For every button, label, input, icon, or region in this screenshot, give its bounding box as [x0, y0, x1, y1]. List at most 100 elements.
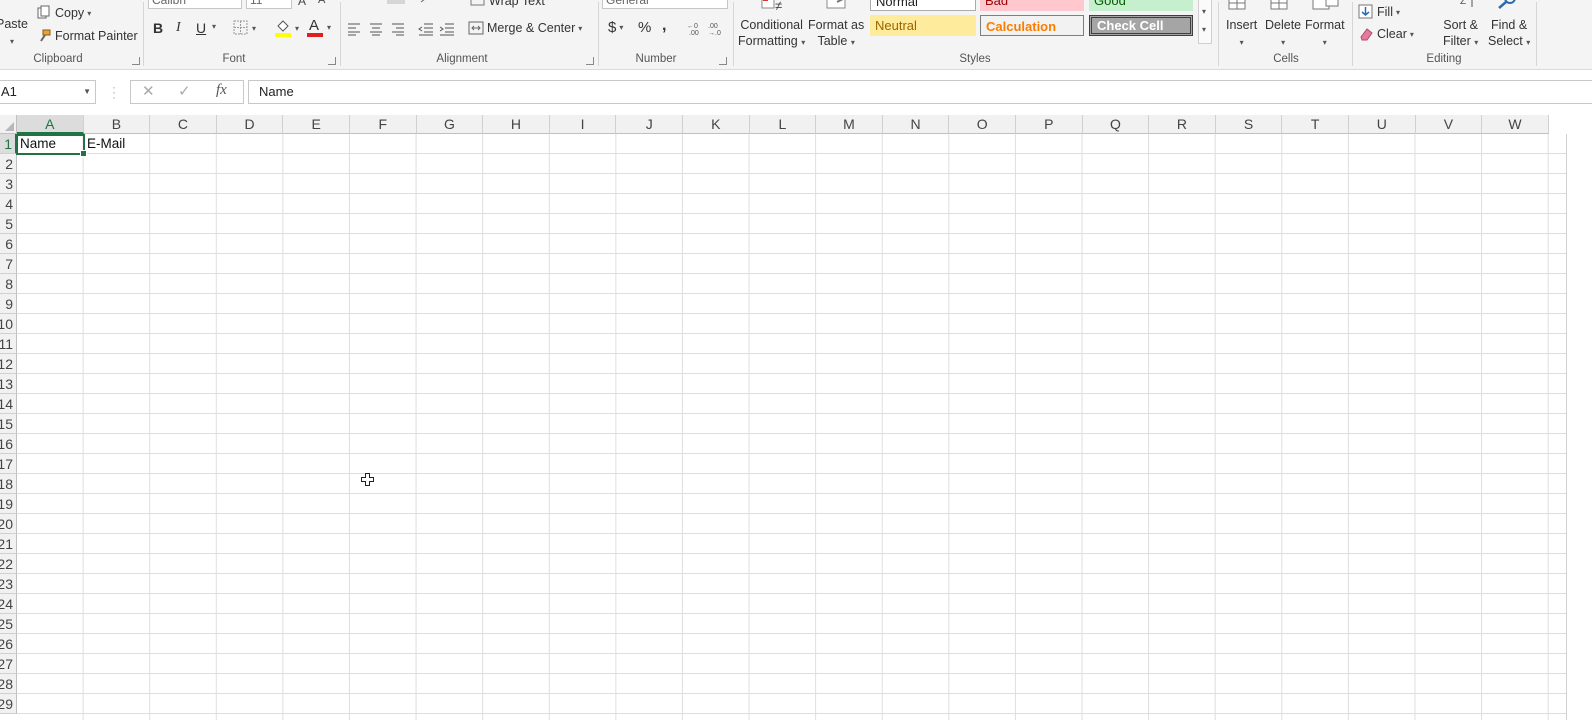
percent-button[interactable]: % — [638, 19, 651, 36]
column-header-I[interactable]: I — [549, 115, 617, 134]
row-header-13[interactable]: 13 — [0, 374, 17, 394]
style-calculation[interactable]: Calculation — [980, 15, 1084, 36]
decrease-font-size-button[interactable]: A — [318, 0, 325, 6]
column-header-B[interactable]: B — [83, 115, 151, 134]
row-header-2[interactable]: 2 — [0, 154, 17, 174]
top-align-icons[interactable] — [367, 0, 407, 6]
row-header-26[interactable]: 26 — [0, 634, 17, 654]
column-header-D[interactable]: D — [216, 115, 284, 134]
style-check-cell[interactable]: Check Cell — [1089, 15, 1193, 36]
find-select-button[interactable]: Find & Select ▾ — [1488, 17, 1530, 51]
underline-button[interactable]: U — [196, 20, 206, 36]
column-header-W[interactable]: W — [1482, 115, 1549, 134]
decimal-icons[interactable]: ←0.00.00→.0 — [686, 20, 726, 36]
font-size-field[interactable]: 11 — [246, 0, 292, 9]
row-header-16[interactable]: 16 — [0, 434, 17, 454]
active-cell-selection[interactable] — [16, 134, 87, 157]
comma-style-button[interactable]: , — [662, 17, 666, 35]
paste-button[interactable]: Paste ▾ — [0, 16, 28, 50]
font-color-button[interactable]: A ▾ — [306, 16, 331, 38]
row-header-5[interactable]: 5 — [0, 214, 17, 234]
style-neutral[interactable]: Neutral — [870, 15, 976, 36]
underline-dropdown[interactable]: ▾ — [212, 22, 216, 31]
copy-button[interactable]: Copy ▾ — [36, 5, 91, 21]
row-header-20[interactable]: 20 — [0, 514, 17, 534]
row-header-12[interactable]: 12 — [0, 354, 17, 374]
increase-font-size-button[interactable]: A — [298, 0, 306, 8]
clipboard-launcher-icon[interactable] — [132, 57, 140, 65]
clear-button[interactable]: Clear ▾ — [1358, 26, 1414, 42]
column-header-M[interactable]: M — [816, 115, 883, 134]
format-painter-button[interactable]: Format Painter — [36, 28, 138, 44]
column-header-V[interactable]: V — [1415, 115, 1483, 134]
row-header-22[interactable]: 22 — [0, 554, 17, 574]
fill-color-button[interactable]: ▾ — [274, 18, 299, 38]
vertical-scrollbar[interactable] — [1566, 134, 1592, 720]
row-header-15[interactable]: 15 — [0, 414, 17, 434]
row-header-8[interactable]: 8 — [0, 274, 17, 294]
row-header-3[interactable]: 3 — [0, 174, 17, 194]
style-bad[interactable]: Bad — [980, 0, 1084, 11]
cancel-icon[interactable]: ✕ — [142, 82, 155, 100]
column-header-Q[interactable]: Q — [1082, 115, 1150, 134]
row-header-18[interactable]: 18 — [0, 474, 17, 494]
styles-gallery-scroll[interactable]: ▾ ▾ — [1198, 0, 1212, 44]
row-header-7[interactable]: 7 — [0, 254, 17, 274]
column-header-K[interactable]: K — [683, 115, 750, 134]
wrap-text-button[interactable]: Wrap Text — [470, 0, 545, 8]
horizontal-align-icons[interactable] — [347, 22, 407, 36]
row-header-29[interactable]: 29 — [0, 694, 17, 714]
row-header-6[interactable]: 6 — [0, 234, 17, 254]
column-header-J[interactable]: J — [616, 115, 683, 134]
cell-area[interactable] — [17, 134, 1592, 720]
row-header-27[interactable]: 27 — [0, 654, 17, 674]
bold-button[interactable]: B — [153, 20, 163, 36]
drag-handle-icon[interactable]: · · · — [112, 81, 116, 103]
italic-button[interactable]: I — [176, 20, 181, 36]
alignment-launcher-icon[interactable] — [586, 57, 594, 65]
column-header-G[interactable]: G — [416, 115, 484, 134]
row-header-21[interactable]: 21 — [0, 534, 17, 554]
fill-button[interactable]: Fill ▾ — [1358, 4, 1400, 20]
orientation-icon[interactable] — [418, 0, 434, 6]
font-name-field[interactable]: Calibri — [148, 0, 242, 9]
number-launcher-icon[interactable] — [719, 57, 727, 65]
insert-button[interactable]: Insert ▾ — [1226, 17, 1257, 51]
column-header-U[interactable]: U — [1349, 115, 1416, 134]
row-header-4[interactable]: 4 — [0, 194, 17, 214]
column-header-N[interactable]: N — [882, 115, 950, 134]
row-header-9[interactable]: 9 — [0, 294, 17, 314]
column-header-F[interactable]: F — [350, 115, 417, 134]
row-header-19[interactable]: 19 — [0, 494, 17, 514]
conditional-formatting-button[interactable]: Conditional Formatting ▾ — [738, 17, 805, 51]
name-box[interactable]: A1 ▼ — [0, 80, 96, 104]
sort-filter-button[interactable]: Sort & Filter ▾ — [1443, 17, 1478, 51]
column-header-R[interactable]: R — [1149, 115, 1216, 134]
cell-B1[interactable]: E-Mail — [84, 134, 125, 154]
borders-button[interactable]: ▾ — [233, 20, 256, 36]
row-header-14[interactable]: 14 — [0, 394, 17, 414]
row-header-23[interactable]: 23 — [0, 574, 17, 594]
formula-input[interactable]: Name — [248, 80, 1592, 104]
row-header-25[interactable]: 25 — [0, 614, 17, 634]
style-good[interactable]: Good — [1089, 0, 1193, 11]
merge-center-button[interactable]: Merge & Center ▾ — [468, 21, 582, 35]
column-header-E[interactable]: E — [283, 115, 350, 134]
column-header-S[interactable]: S — [1215, 115, 1283, 134]
enter-check-icon[interactable]: ✓ — [178, 82, 191, 100]
row-header-24[interactable]: 24 — [0, 594, 17, 614]
row-header-17[interactable]: 17 — [0, 454, 17, 474]
column-header-C[interactable]: C — [150, 115, 217, 134]
row-header-11[interactable]: 11 — [0, 334, 17, 354]
style-normal[interactable]: Normal — [870, 0, 976, 11]
row-header-28[interactable]: 28 — [0, 674, 17, 694]
insert-function-button[interactable]: fx — [216, 82, 227, 99]
format-button[interactable]: Format ▾ — [1305, 17, 1345, 51]
currency-button[interactable]: $ ▾ — [608, 19, 623, 36]
row-header-1[interactable]: 1 — [0, 134, 17, 154]
column-header-T[interactable]: T — [1282, 115, 1349, 134]
delete-button[interactable]: Delete ▾ — [1265, 17, 1301, 51]
format-as-table-button[interactable]: Format as Table ▾ — [808, 17, 864, 51]
column-header-H[interactable]: H — [483, 115, 550, 134]
column-header-O[interactable]: O — [949, 115, 1016, 134]
